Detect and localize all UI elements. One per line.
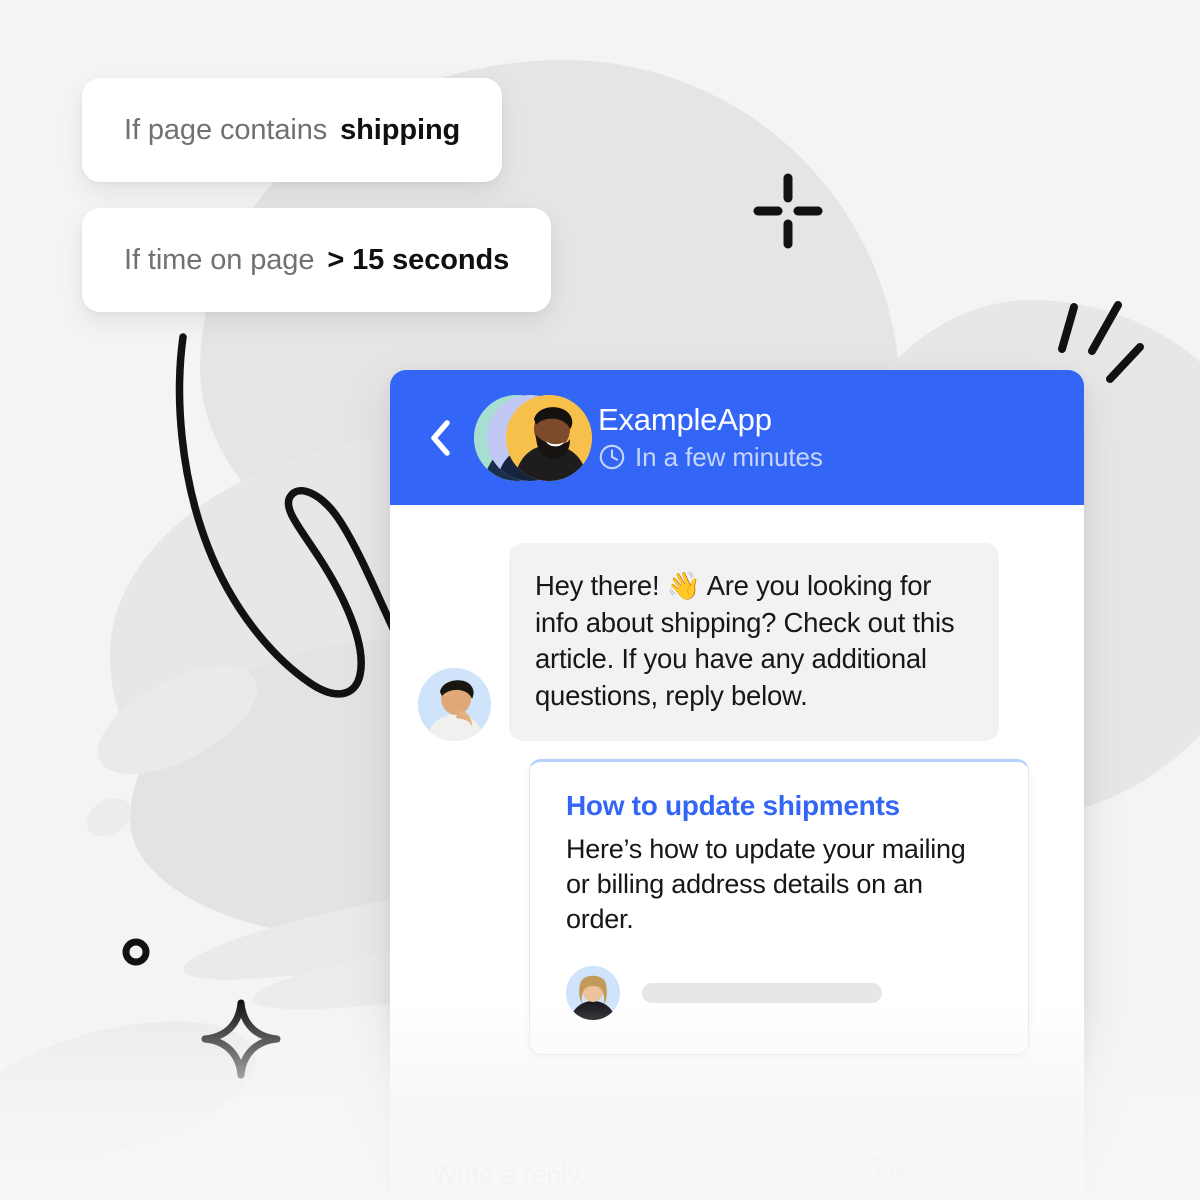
smiley-icon[interactable] — [946, 1157, 984, 1195]
teammate-avatar-stack — [474, 394, 592, 481]
paperclip-icon[interactable] — [1010, 1156, 1048, 1196]
app-title: ExampleApp — [598, 402, 772, 438]
message-row: Hey there! 👋 Are you looking for info ab… — [418, 543, 1056, 742]
status-row: In a few minutes — [598, 442, 823, 473]
chevron-left-icon — [431, 419, 450, 456]
condition-value: > 15 seconds — [327, 243, 510, 276]
agent-avatar — [418, 668, 491, 742]
illustration-canvas: If page contains shipping If time on pag… — [0, 0, 1200, 1200]
composer-actions: GIF — [862, 1156, 1048, 1196]
chat-widget: ExampleApp In a few minutes Hey there! 👋… — [390, 370, 1084, 1200]
gif-button[interactable]: GIF — [862, 1157, 920, 1194]
article-footer — [566, 965, 992, 1020]
message-composer: GIF — [390, 1120, 1084, 1200]
article-author-avatar — [566, 965, 620, 1020]
condition-label: If page contains — [124, 113, 328, 146]
teammate-avatar-1 — [506, 394, 592, 481]
status-text: In a few minutes — [635, 441, 823, 472]
reply-input[interactable] — [432, 1160, 862, 1191]
article-description: Here’s how to update your mailing or bil… — [566, 834, 966, 935]
background-blob-sliver-b — [79, 790, 139, 844]
condition-card-time-on-page[interactable]: If time on page > 15 seconds — [82, 208, 552, 312]
back-button[interactable] — [420, 418, 460, 458]
background-blob-sliver-a — [81, 643, 274, 797]
chat-conversation: Hey there! 👋 Are you looking for info ab… — [390, 505, 1084, 1200]
author-name-placeholder — [642, 982, 882, 1003]
condition-value: shipping — [340, 113, 461, 146]
background-blob-sliver-e — [0, 995, 271, 1185]
article-card[interactable]: How to update shipments Here’s how to up… — [529, 759, 1029, 1055]
clock-icon — [599, 445, 625, 470]
condition-label: If time on page — [124, 243, 315, 276]
message-bubble: Hey there! 👋 Are you looking for info ab… — [509, 543, 999, 742]
condition-card-page-contains[interactable]: If page contains shipping — [82, 78, 503, 182]
chat-header-text: ExampleApp In a few minutes — [598, 402, 823, 473]
chat-header: ExampleApp In a few minutes — [390, 370, 1084, 505]
article-title-link[interactable]: How to update shipments — [566, 790, 992, 822]
four-point-star-doodle — [200, 998, 282, 1085]
ring-doodle — [118, 934, 154, 975]
sparkle-cross-doodle — [752, 172, 824, 255]
